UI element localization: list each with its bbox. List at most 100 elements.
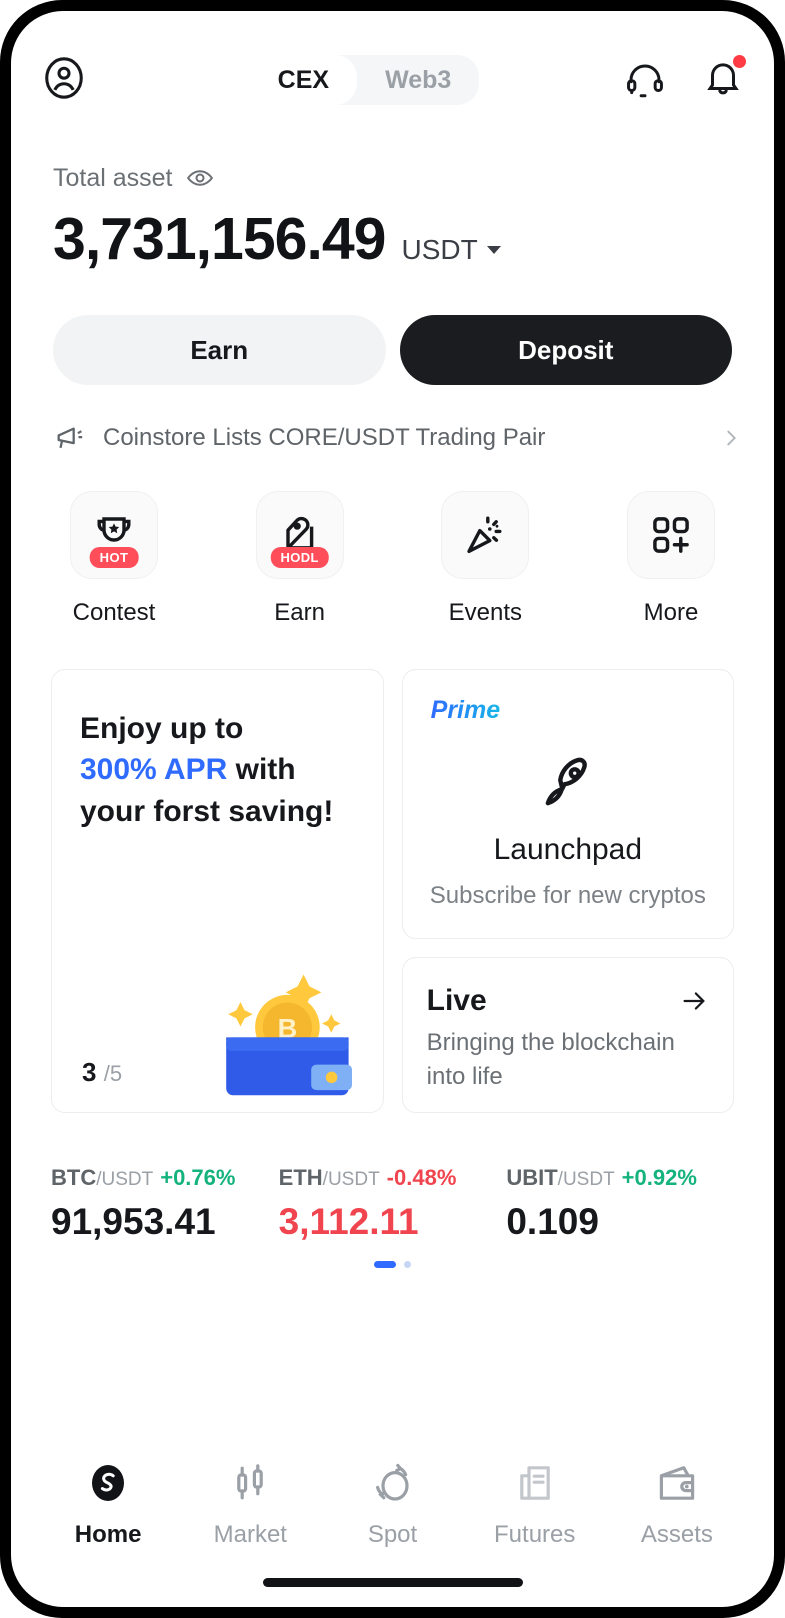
nav-label: Market bbox=[213, 1521, 287, 1548]
home-indicator bbox=[262, 1578, 523, 1587]
ticker-header: BTC/USDT +0.76% bbox=[51, 1165, 279, 1191]
wallet-bitcoin-icon: B bbox=[225, 974, 352, 1096]
ticker-carousel-dots[interactable] bbox=[11, 1261, 774, 1268]
eye-icon[interactable] bbox=[185, 163, 215, 193]
deposit-button[interactable]: Deposit bbox=[399, 315, 732, 385]
cex-web3-toggle[interactable]: CEX Web3 bbox=[249, 55, 480, 105]
ticker-quote: /USDT bbox=[96, 1169, 154, 1190]
balance-amount-row: 3,731,156.49 USDT bbox=[53, 205, 732, 273]
quick-action-label: Events bbox=[448, 599, 522, 626]
quick-action-earn[interactable]: HODL Earn bbox=[245, 491, 355, 627]
promo-line-3: your forst saving! bbox=[80, 794, 334, 828]
grid-plus-icon bbox=[653, 517, 689, 553]
promo-line-2-tail: with bbox=[227, 753, 296, 787]
nav-item-spot[interactable]: Spot bbox=[321, 1459, 463, 1549]
header-actions bbox=[624, 54, 746, 104]
feature-cards: Enjoy up to 300% APR with your forst sav… bbox=[11, 627, 774, 1113]
tab-cex[interactable]: CEX bbox=[249, 55, 358, 105]
candlestick-icon bbox=[237, 1464, 264, 1500]
earn-button[interactable]: Earn bbox=[53, 315, 386, 385]
total-asset-label: Total asset bbox=[53, 163, 173, 192]
phone-frame: CEX Web3 Total asset 3,731,156.49 USDT E… bbox=[0, 0, 785, 1618]
currency-label: USDT bbox=[401, 234, 478, 265]
earn-tile[interactable]: HODL bbox=[255, 491, 344, 579]
quick-action-label: Contest bbox=[72, 599, 156, 626]
ticker-change: -0.48% bbox=[386, 1165, 457, 1190]
promo-headline: Enjoy up to 300% APR with your forst sav… bbox=[80, 708, 355, 832]
wallet-icon bbox=[659, 1466, 695, 1500]
ticker-price: 0.109 bbox=[506, 1201, 599, 1242]
prime-tag: Prime bbox=[430, 696, 501, 724]
launchpad-card[interactable]: Prime Launchpad Subscribe for new crypto… bbox=[401, 669, 734, 939]
ticker-header: UBIT/USDT +0.92% bbox=[506, 1165, 734, 1191]
total-asset-amount: 3,731,156.49 bbox=[53, 206, 386, 272]
live-title: Live bbox=[426, 984, 487, 1017]
currency-selector[interactable]: USDT bbox=[402, 234, 501, 266]
announcement-text: Coinstore Lists CORE/USDT Trading Pair bbox=[103, 424, 546, 451]
contest-tile[interactable]: HOT bbox=[70, 491, 158, 579]
nav-label: Futures bbox=[494, 1521, 576, 1548]
ticker-symbol: BTC bbox=[51, 1165, 97, 1190]
savings-promo-card[interactable]: Enjoy up to 300% APR with your forst sav… bbox=[51, 669, 384, 1113]
live-card[interactable]: Live Bringing the blockchain into life bbox=[401, 957, 734, 1113]
ticker-ubit[interactable]: UBIT/USDT +0.92% 0.109 bbox=[506, 1165, 734, 1243]
quick-action-events[interactable]: Events bbox=[430, 491, 540, 627]
earn-badge: HODL bbox=[270, 547, 329, 568]
nav-item-home[interactable]: Home bbox=[37, 1459, 179, 1549]
notifications-button[interactable] bbox=[702, 54, 746, 104]
user-circle-icon bbox=[45, 56, 83, 99]
chevron-down-icon bbox=[486, 246, 501, 254]
counter-total: /5 bbox=[103, 1061, 123, 1086]
announcement-banner[interactable]: Coinstore Lists CORE/USDT Trading Pair bbox=[11, 385, 774, 455]
events-tile[interactable] bbox=[441, 491, 530, 579]
rocket-icon bbox=[545, 757, 587, 806]
notification-badge-dot bbox=[732, 54, 746, 68]
launchpad-title: Launchpad bbox=[493, 833, 643, 866]
megaphone-icon bbox=[57, 427, 83, 449]
quick-action-label: More bbox=[643, 599, 699, 626]
ticker-price: 3,112.11 bbox=[278, 1201, 419, 1242]
ticker-row: BTC/USDT +0.76% 91,953.41 ETH/USDT -0.48% … bbox=[11, 1113, 774, 1243]
more-tile[interactable] bbox=[626, 491, 715, 579]
ticker-header: ETH/USDT -0.48% bbox=[279, 1165, 507, 1191]
headset-icon[interactable] bbox=[624, 59, 666, 101]
nav-item-assets[interactable]: Assets bbox=[606, 1459, 748, 1549]
ticker-change: +0.92% bbox=[621, 1165, 697, 1190]
home-logo-icon bbox=[92, 1465, 125, 1501]
quick-action-more[interactable]: More bbox=[616, 491, 726, 627]
ticker-eth[interactable]: ETH/USDT -0.48% 3,112.11 bbox=[279, 1165, 507, 1243]
carousel-dot[interactable] bbox=[404, 1261, 411, 1268]
arrow-right-icon[interactable] bbox=[679, 986, 709, 1016]
launchpad-icon-wrap bbox=[427, 752, 709, 819]
ticker-btc[interactable]: BTC/USDT +0.76% 91,953.41 bbox=[51, 1165, 279, 1243]
live-subtitle: Bringing the blockchain into life bbox=[426, 1029, 675, 1090]
quick-action-contest[interactable]: HOT Contest bbox=[59, 491, 169, 627]
total-asset-section: Total asset 3,731,156.49 USDT bbox=[11, 111, 774, 273]
launchpad-subtitle: Subscribe for new cryptos bbox=[429, 882, 706, 909]
ticker-quote: /USDT bbox=[557, 1169, 615, 1190]
promo-line-1: Enjoy up to bbox=[80, 712, 244, 745]
promo-accent: 300% APR bbox=[80, 753, 228, 787]
counter-current: 3 bbox=[82, 1057, 97, 1087]
live-header: Live bbox=[427, 984, 709, 1018]
right-cards-column: Prime Launchpad Subscribe for new crypto… bbox=[401, 669, 734, 1113]
nav-item-futures[interactable]: Futures bbox=[464, 1459, 606, 1549]
chart-document-icon bbox=[519, 1466, 550, 1500]
ticker-symbol: UBIT bbox=[506, 1165, 558, 1190]
ticker-symbol: ETH bbox=[278, 1165, 323, 1190]
quick-actions-row: HOT Contest HODL Earn Events More bbox=[11, 455, 774, 627]
chevron-right-icon bbox=[727, 430, 736, 446]
profile-avatar-button[interactable] bbox=[41, 55, 87, 106]
tab-web3[interactable]: Web3 bbox=[357, 55, 479, 105]
nav-label: Assets bbox=[640, 1521, 713, 1548]
carousel-dot-active[interactable] bbox=[374, 1261, 396, 1268]
app-header: CEX Web3 bbox=[11, 11, 774, 111]
ticker-change: +0.76% bbox=[160, 1165, 236, 1190]
app-screen: CEX Web3 Total asset 3,731,156.49 USDT E… bbox=[11, 11, 774, 1607]
party-popper-icon bbox=[467, 516, 502, 554]
primary-actions: Earn Deposit bbox=[11, 273, 774, 385]
nav-item-market[interactable]: Market bbox=[179, 1459, 321, 1549]
nav-label: Home bbox=[74, 1521, 142, 1548]
quick-action-label: Earn bbox=[274, 599, 325, 626]
swap-icon bbox=[375, 1463, 409, 1501]
